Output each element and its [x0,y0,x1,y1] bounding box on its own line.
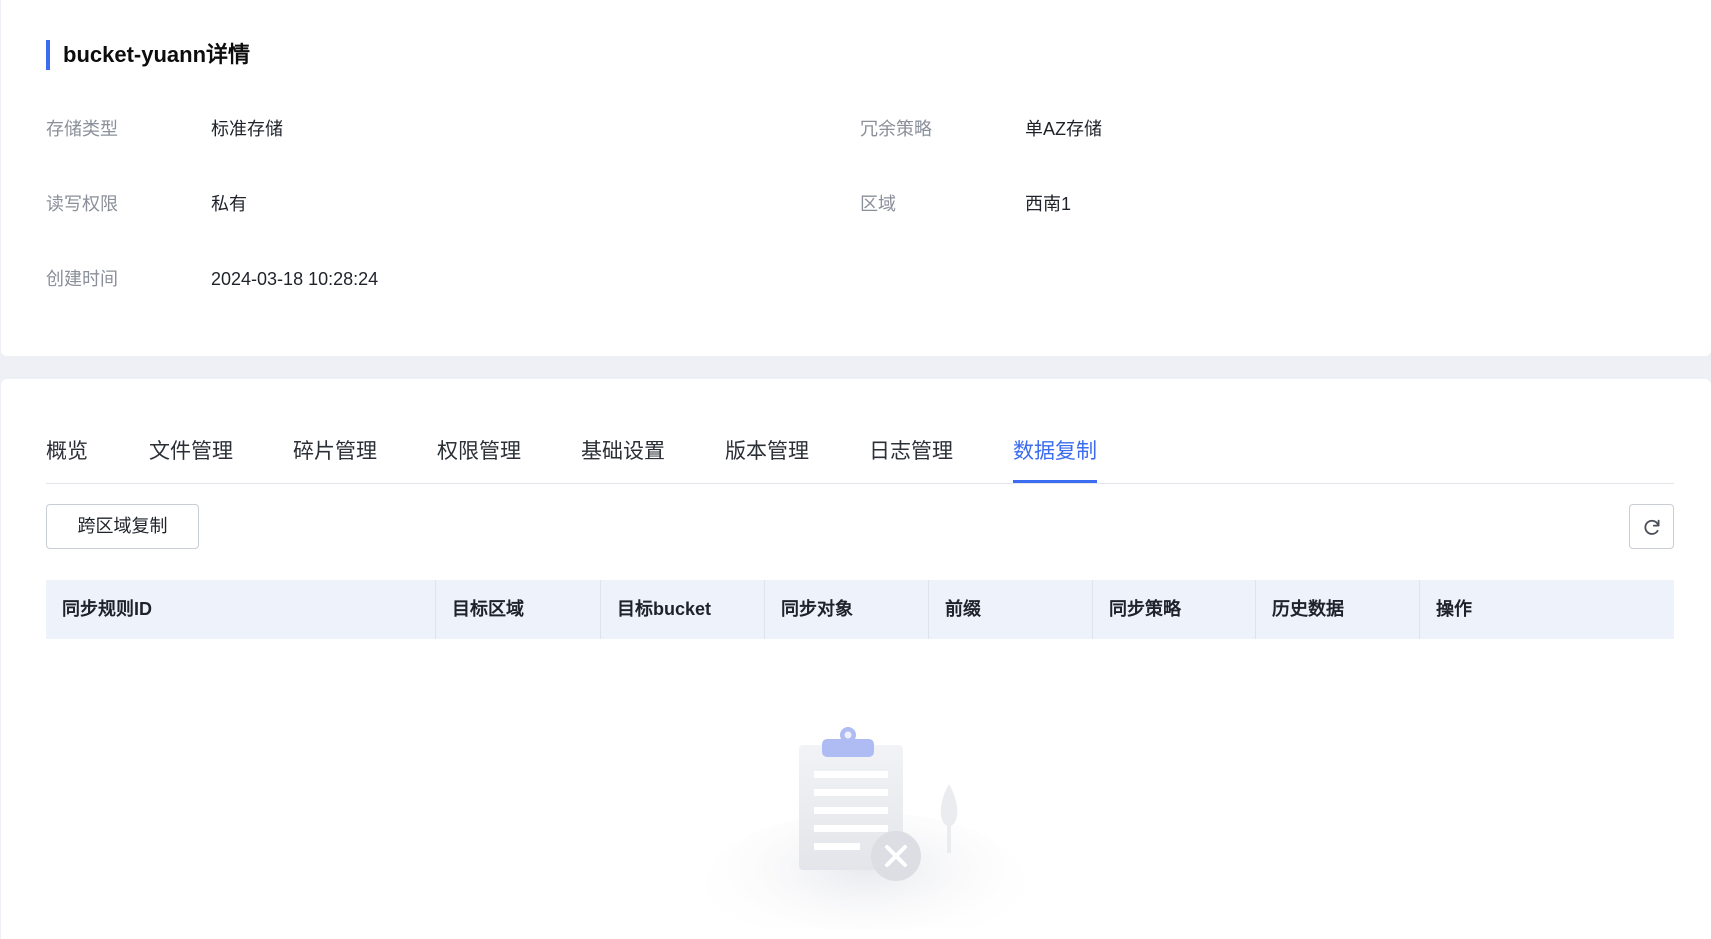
table-header: 同步规则ID 目标区域 目标bucket 同步对象 前缀 同步策略 历史数据 操… [46,580,1674,639]
region-label: 区域 [860,194,896,214]
tab-file-management[interactable]: 文件管理 [149,427,233,483]
column-header-history-data: 历史数据 [1256,580,1420,639]
access-value: 私有 [211,194,247,214]
cross-region-replication-button[interactable]: 跨区域复制 [46,504,199,549]
tab-version-management[interactable]: 版本管理 [725,427,809,483]
created-value: 2024-03-18 10:28:24 [211,269,379,289]
redundancy-label: 冗余策略 [860,119,932,139]
column-header-rule-id: 同步规则ID [46,580,436,639]
refresh-button[interactable] [1629,504,1674,549]
empty-clipboard-icon [706,727,1026,939]
tab-bar: 概览 文件管理 碎片管理 权限管理 基础设置 版本管理 日志管理 数据复制 [46,427,1674,484]
storage-type-label: 存储类型 [46,119,118,139]
page-title: bucket-yuann详情 [46,40,250,70]
tab-fragment-management[interactable]: 碎片管理 [293,427,377,483]
column-header-sync-object: 同步对象 [765,580,929,639]
bucket-tabs-card: 概览 文件管理 碎片管理 权限管理 基础设置 版本管理 日志管理 数据复制 跨区… [1,379,1711,939]
column-header-prefix: 前缀 [929,580,1093,639]
tab-log-management[interactable]: 日志管理 [869,427,953,483]
storage-type-value: 标准存储 [211,119,283,139]
empty-state [696,719,1036,939]
tab-basic-settings[interactable]: 基础设置 [581,427,665,483]
column-header-sync-policy: 同步策略 [1093,580,1256,639]
column-header-target-region: 目标区域 [436,580,601,639]
created-label: 创建时间 [46,269,118,289]
redundancy-value: 单AZ存储 [1025,119,1103,139]
tab-data-replication[interactable]: 数据复制 [1013,427,1097,483]
tab-overview[interactable]: 概览 [46,427,88,483]
access-label: 读写权限 [46,194,118,214]
column-header-target-bucket: 目标bucket [601,580,765,639]
column-header-actions: 操作 [1436,599,1472,619]
refresh-icon [1643,519,1659,535]
bucket-detail-card: bucket-yuann详情 存储类型 标准存储 冗余策略 单AZ存储 读写权限… [1,0,1711,356]
region-value: 西南1 [1025,194,1072,214]
tab-permission-management[interactable]: 权限管理 [437,427,521,483]
